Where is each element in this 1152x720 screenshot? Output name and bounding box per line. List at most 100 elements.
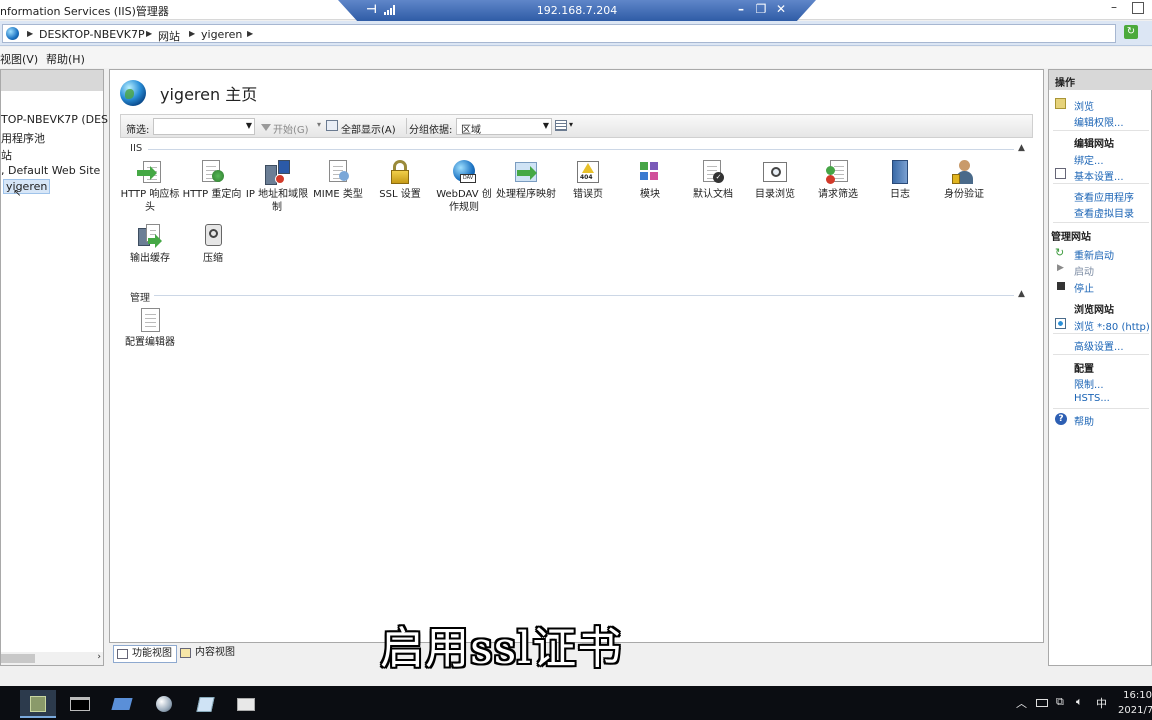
taskbar-cmd[interactable] xyxy=(62,690,98,718)
feature-tile[interactable]: 404 错误页 xyxy=(556,158,620,201)
taskbar-iis-manager[interactable] xyxy=(20,690,56,718)
tree-expander[interactable]: , xyxy=(1,164,8,177)
group-by-label: 分组依据: xyxy=(409,125,453,136)
collapse-icon[interactable]: ▲ xyxy=(1018,143,1025,153)
feature-tile[interactable]: 处理程序映射 xyxy=(494,158,558,201)
feature-tile[interactable]: HTTP 重定向 xyxy=(180,158,244,201)
action-help[interactable]: 帮助 xyxy=(1074,413,1094,428)
feature-tile[interactable]: DAV WebDAV 创作规则 xyxy=(432,158,496,214)
iis-app-icon xyxy=(30,696,46,712)
tree-item-sites[interactable]: 站 xyxy=(1,147,12,163)
rdp-restore-button[interactable]: ❐ xyxy=(754,2,768,16)
chevron-right-icon[interactable]: ▶ xyxy=(247,29,253,38)
ip-restrictions-icon xyxy=(263,158,291,186)
action-basic-settings[interactable]: 基本设置... xyxy=(1074,168,1124,183)
settings-icon xyxy=(1055,168,1066,179)
action-bindings[interactable]: 绑定... xyxy=(1074,152,1104,167)
start-filter-button[interactable]: 开始(G) xyxy=(273,121,309,136)
feature-label: 日志 xyxy=(890,189,910,200)
taskbar-server-manager[interactable] xyxy=(104,690,140,718)
tray-volume-icon[interactable]: 🔈︎ xyxy=(1076,695,1083,709)
menu-help[interactable]: 帮助(H) xyxy=(46,51,85,67)
feature-label: IP 地址和域限制 xyxy=(245,189,309,213)
feature-tile[interactable]: 请求筛选 xyxy=(806,158,870,201)
chevron-right-icon[interactable]: ▶ xyxy=(146,29,152,38)
rdp-close-button[interactable]: ✕ xyxy=(774,2,788,16)
feature-tile[interactable]: HTTP 响应标头 xyxy=(118,158,182,214)
feature-tile[interactable]: ✓ 默认文档 xyxy=(681,158,745,201)
actions-group-browse-site: 浏览网站 xyxy=(1074,305,1114,316)
scroll-right-icon[interactable]: › xyxy=(97,652,101,662)
feature-label: 默认文档 xyxy=(693,189,733,200)
action-edit-permissions[interactable]: 编辑权限... xyxy=(1074,114,1124,129)
breadcrumb-server[interactable]: DESKTOP-NBEVK7P xyxy=(39,28,145,41)
clock-date[interactable]: 2021/7 xyxy=(1118,705,1152,716)
feature-tile[interactable]: 日志 xyxy=(868,158,932,201)
action-explore[interactable]: 浏览 xyxy=(1074,98,1094,113)
content-view-icon xyxy=(180,648,191,658)
tray-battery-icon[interactable] xyxy=(1036,699,1048,707)
collapse-icon[interactable]: ▲ xyxy=(1018,289,1025,299)
chevron-right-icon[interactable]: ▶ xyxy=(189,29,195,38)
horizontal-scrollbar[interactable]: › xyxy=(1,652,103,665)
tree-item-server[interactable]: TOP-NBEVK7P (DESK xyxy=(1,113,115,126)
tray-ime-indicator[interactable]: 中 xyxy=(1096,695,1107,711)
clock-time[interactable]: 16:10 xyxy=(1118,690,1152,701)
action-restart[interactable]: 重新启动 xyxy=(1074,247,1114,262)
chevron-right-icon[interactable]: ▶ xyxy=(27,29,33,38)
feature-tile[interactable]: SSL 设置 xyxy=(368,158,432,201)
action-hsts[interactable]: HSTS... xyxy=(1074,393,1110,404)
action-start[interactable]: 启动 xyxy=(1074,263,1094,278)
menu-bar: 视图(V) 帮助(H) xyxy=(0,47,1152,68)
breadcrumb-site[interactable]: yigeren xyxy=(201,28,242,41)
action-limits[interactable]: 限制... xyxy=(1074,376,1104,391)
tab-content-view[interactable]: 内容视图 xyxy=(177,645,239,663)
tree-item-app-pools[interactable]: 用程序池 xyxy=(1,130,45,146)
minimize-button[interactable]: – xyxy=(1106,0,1122,18)
tree-item-yigeren[interactable]: yigeren xyxy=(3,179,51,194)
feature-tile[interactable]: 模块 xyxy=(618,158,682,201)
maximize-button[interactable] xyxy=(1132,2,1144,14)
breadcrumb-sites[interactable]: 网站 xyxy=(158,28,180,44)
chevron-down-icon[interactable]: ▼ xyxy=(543,121,549,130)
globe-icon xyxy=(6,27,19,40)
taskbar-network[interactable] xyxy=(146,690,182,718)
chevron-down-icon[interactable]: ▾ xyxy=(569,120,573,129)
feature-tile[interactable]: MIME 类型 xyxy=(306,158,370,201)
show-all-button[interactable]: 全部显示(A) xyxy=(341,121,396,136)
http-response-headers-icon xyxy=(136,158,164,186)
scrollbar-thumb[interactable] xyxy=(1,654,35,663)
view-mode-icon[interactable] xyxy=(555,120,567,131)
tray-network-icon[interactable]: ⧉ xyxy=(1056,695,1064,709)
filter-input[interactable]: ▼ xyxy=(153,118,255,135)
feature-tile[interactable]: 配置编辑器 xyxy=(118,306,182,349)
chevron-down-icon[interactable]: ▼ xyxy=(246,121,252,130)
action-view-virtual-directories[interactable]: 查看虚拟目录 xyxy=(1074,205,1134,220)
action-browse-80[interactable]: 浏览 *:80 (http) xyxy=(1074,318,1150,333)
mouse-cursor-icon: ↖ xyxy=(13,188,22,199)
tree-item-default-web-site[interactable]: , Default Web Site xyxy=(1,164,100,177)
tab-features-view[interactable]: 功能视图 xyxy=(113,645,177,663)
taskbar-powershell[interactable] xyxy=(188,690,224,718)
breadcrumb[interactable]: ▶ DESKTOP-NBEVK7P ▶ 网站 ▶ yigeren ▶ xyxy=(2,24,1116,43)
refresh-icon[interactable]: ↻ xyxy=(1124,25,1138,39)
webdav-icon: DAV xyxy=(450,158,478,186)
tray-chevron-up-icon[interactable]: ︿ xyxy=(1016,695,1027,711)
taskbar-explorer[interactable] xyxy=(228,690,264,718)
folder-icon xyxy=(1055,98,1066,109)
feature-tile[interactable]: 目录浏览 xyxy=(743,158,807,201)
feature-tile[interactable]: 输出缓存 xyxy=(118,222,182,265)
feature-tile[interactable]: 身份验证 xyxy=(932,158,996,201)
rdp-minimize-button[interactable]: – xyxy=(734,2,748,16)
feature-tile[interactable]: 压缩 xyxy=(181,222,245,265)
action-stop[interactable]: 停止 xyxy=(1074,280,1094,295)
action-advanced-settings[interactable]: 高级设置... xyxy=(1074,338,1124,353)
tab-label: 内容视图 xyxy=(195,647,235,658)
feature-tile[interactable]: IP 地址和域限制 xyxy=(245,158,309,214)
play-icon: ▶ xyxy=(1057,263,1064,273)
action-view-applications[interactable]: 查看应用程序 xyxy=(1074,189,1134,204)
browse-icon xyxy=(1055,318,1066,329)
show-all-icon[interactable] xyxy=(326,120,338,131)
group-by-select[interactable]: 区域 ▼ xyxy=(456,118,552,136)
menu-view[interactable]: 视图(V) xyxy=(0,51,38,67)
